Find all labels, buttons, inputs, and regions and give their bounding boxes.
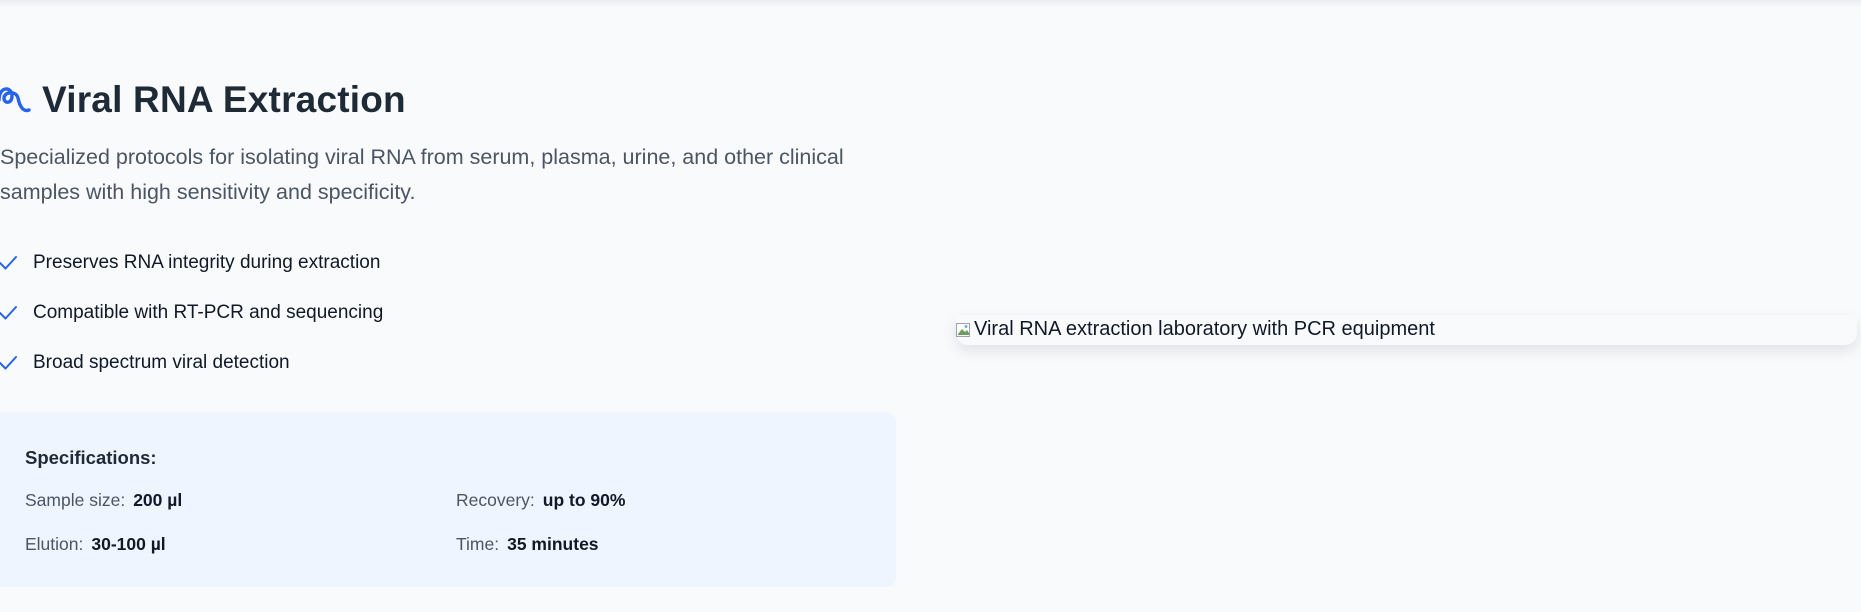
- spec-value: up to 90%: [542, 490, 626, 510]
- section-image-container: Viral RNA extraction laboratory with PCR…: [956, 315, 1857, 345]
- spec-label: Elution:: [25, 534, 84, 554]
- spec-value: 200 µl: [133, 490, 183, 510]
- broken-image-icon: [956, 322, 972, 338]
- spec-sample-size: Sample size: 200 µl: [25, 490, 182, 511]
- section-image: Viral RNA extraction laboratory with PCR…: [956, 318, 1435, 341]
- spec-elution: Elution: 30-100 µl: [25, 534, 166, 555]
- specifications-heading: Specifications:: [25, 447, 157, 468]
- feature-item: Preserves RNA integrity during extractio…: [0, 238, 383, 288]
- header-shadow: [0, 0, 1861, 8]
- spec-recovery: Recovery: up to 90%: [456, 490, 625, 511]
- section-title: Viral RNA Extraction: [42, 79, 406, 120]
- feature-text: Broad spectrum viral detection: [33, 352, 290, 373]
- image-alt-text: Viral RNA extraction laboratory with PCR…: [974, 318, 1435, 340]
- feature-text: Compatible with RT-PCR and sequencing: [33, 302, 384, 323]
- spec-time: Time: 35 minutes: [456, 534, 599, 555]
- section-header: Viral RNA Extraction: [0, 72, 406, 128]
- feature-item: Broad spectrum viral detection: [0, 338, 383, 388]
- section-description: Specialized protocols for isolating vira…: [0, 145, 844, 204]
- specifications-panel: Specifications: Sample size: 200 µl Recov…: [0, 412, 896, 587]
- spec-label: Recovery:: [456, 490, 535, 510]
- spec-label: Time:: [456, 534, 500, 554]
- feature-list: Preserves RNA integrity during extractio…: [0, 238, 383, 388]
- feature-item: Compatible with RT-PCR and sequencing: [0, 288, 383, 338]
- spec-value: 35 minutes: [507, 534, 599, 554]
- rna-squiggle-icon: [0, 78, 32, 122]
- feature-text: Preserves RNA integrity during extractio…: [33, 252, 381, 273]
- check-icon: [0, 253, 18, 273]
- check-icon: [0, 353, 18, 373]
- check-icon: [0, 303, 18, 323]
- spec-value: 30-100 µl: [91, 534, 166, 554]
- spec-label: Sample size:: [25, 490, 126, 510]
